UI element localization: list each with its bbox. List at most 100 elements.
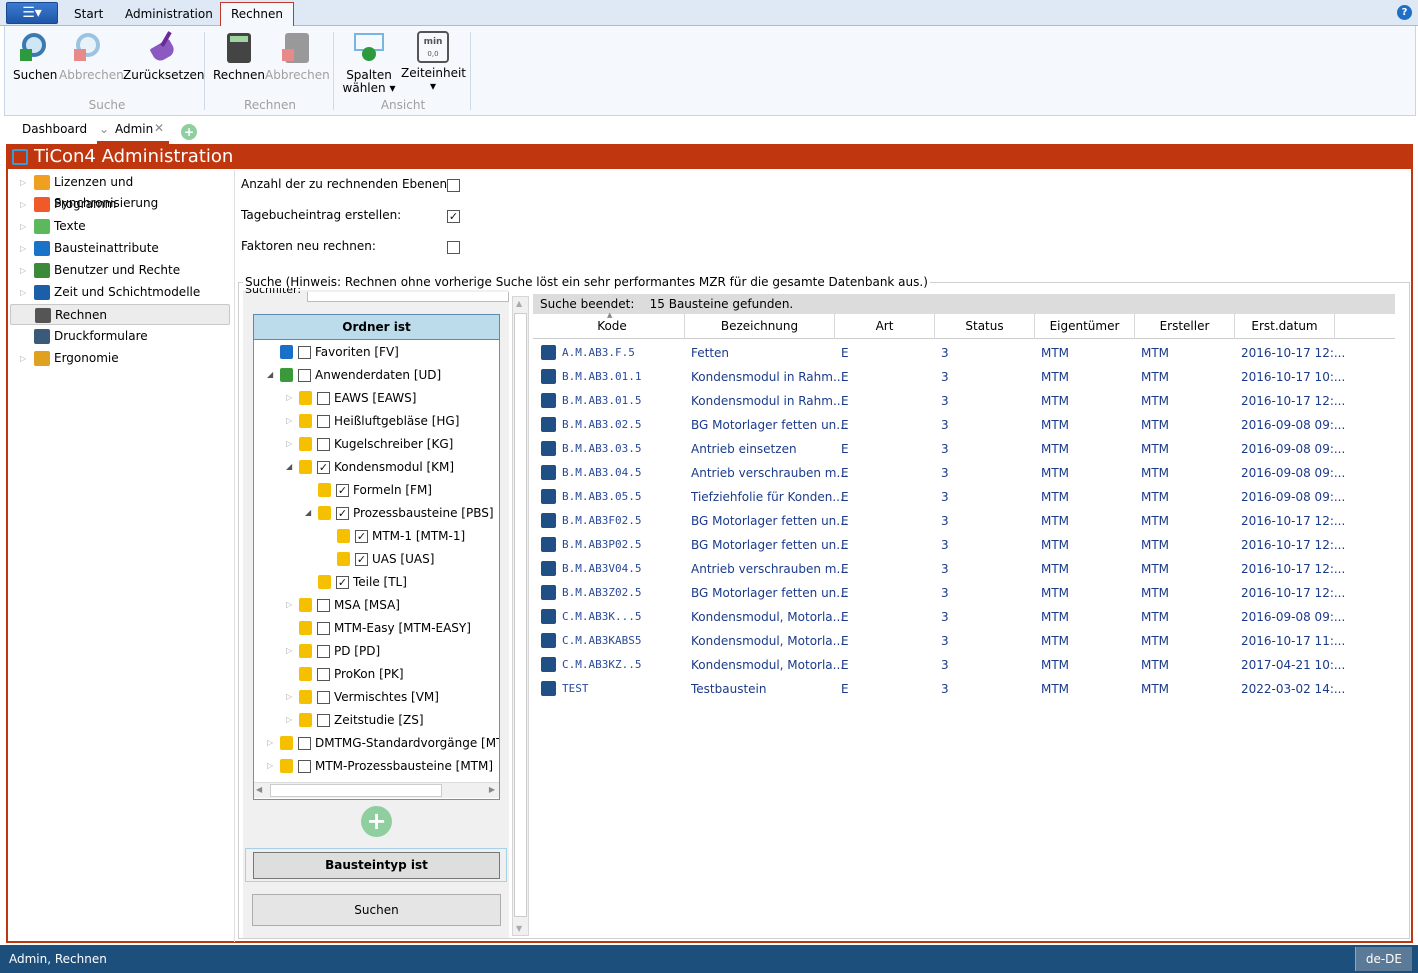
expand-arrow-icon[interactable]: ▷ [286,710,292,730]
ribbon-tab-rechnen[interactable]: Rechnen [220,2,294,26]
expand-arrow-icon[interactable]: ▷ [286,641,292,661]
tree-item[interactable]: ▷ DMTMG-Standardvorgänge [MTM- [254,733,499,753]
tree-horizontal-scrollbar[interactable]: ◀ ▶ [254,782,499,798]
table-row[interactable]: B.M.AB3.01.5 Kondensmodul in Rahm... E 3 MTM… [533,389,1395,413]
expand-arrow-icon[interactable]: ▷ [286,411,292,431]
expand-arrow-icon[interactable]: ▷ [20,172,26,193]
nav-item-rechnen[interactable]: Rechnen [10,304,230,325]
search-button-filter[interactable]: Suchen [252,894,501,926]
nav-item-bausteinattribute[interactable]: ▷ Bausteinattribute [10,238,230,259]
table-row[interactable]: B.M.AB3.02.5 BG Motorlager fetten un... E 3… [533,413,1395,437]
collapse-arrow-icon[interactable]: ◢ [286,457,292,477]
table-row[interactable]: C.M.AB3K...5 Kondensmodul, Motorla... E 3 MT… [533,605,1395,629]
tree-checkbox[interactable] [317,599,330,612]
tree-checkbox[interactable]: ✓ [317,461,330,474]
table-row[interactable]: C.M.AB3KZ..5 Kondensmodul, Motorla... E 3 MT… [533,653,1395,677]
expand-arrow-icon[interactable]: ▷ [286,434,292,454]
reset-button[interactable]: Zurücksetzen [123,31,205,82]
collapse-arrow-icon[interactable]: ◢ [267,365,273,385]
expand-arrow-icon[interactable]: ▷ [20,348,26,369]
tree-item[interactable]: Favoriten [FV] [254,342,499,362]
nav-item-zeit-und-schichtmodelle[interactable]: ▷ Zeit und Schichtmodelle [10,282,230,303]
search-button[interactable]: Suchen [13,31,57,82]
nav-item-programm[interactable]: ▷ Programm [10,194,230,215]
collapse-arrow-icon[interactable]: ◢ [305,503,311,523]
tree-item[interactable]: ▷ Kugelschreiber [KG] [254,434,499,454]
tree-item[interactable]: MTM-Easy [MTM-EASY] [254,618,499,638]
column-header-status[interactable]: Status [935,314,1035,339]
doc-tab-admin[interactable]: ⌄ Admin ✕ [97,118,169,144]
time-unit-button[interactable]: min 0,0 Zeiteinheit ▾ [401,31,466,93]
table-row[interactable]: B.M.AB3.03.5 Antrieb einsetzen E 3 MTM MTM 201… [533,437,1395,461]
tree-checkbox[interactable] [317,714,330,727]
folder-filter-header[interactable]: Ordner ist [253,314,500,340]
tree-item[interactable]: ▷ PD [PD] [254,641,499,661]
language-indicator[interactable]: de-DE [1354,947,1412,971]
option-checkbox-levels[interactable] [447,179,460,192]
tree-checkbox[interactable]: ✓ [355,553,368,566]
tree-checkbox[interactable] [317,438,330,451]
tree-item[interactable]: ◢ ✓ Prozessbausteine [PBS] [254,503,499,523]
expand-arrow-icon[interactable]: ▷ [267,756,273,776]
column-header-ersteller[interactable]: Ersteller [1135,314,1235,339]
nav-item-ergonomie[interactable]: ▷ Ergonomie [10,348,230,369]
tree-checkbox[interactable] [298,346,311,359]
tree-item[interactable]: ▷ Zeitstudie [ZS] [254,710,499,730]
table-row[interactable]: B.M.AB3P02.5 BG Motorlager fetten un... E 3… [533,533,1395,557]
expand-arrow-icon[interactable]: ▷ [20,260,26,281]
tree-item[interactable]: ✓ Teile [TL] [254,572,499,592]
table-row[interactable]: TEST Testbaustein E 3 MTM MTM 2022-03-02 14:..… [533,677,1395,701]
tree-item[interactable]: ProKon [PK] [254,664,499,684]
tree-checkbox[interactable] [317,691,330,704]
choose-columns-button[interactable]: Spalten wählen ▾ [341,31,397,95]
tree-item[interactable]: ✓ UAS [UAS] [254,549,499,569]
column-header-eigent-mer[interactable]: Eigentümer [1035,314,1135,339]
abort-search-button[interactable]: Abbrechen [59,31,124,82]
ribbon-tab-administration[interactable]: Administration [115,3,223,26]
suchfilter-input[interactable] [307,292,509,302]
tree-checkbox[interactable]: ✓ [355,530,368,543]
tree-checkbox[interactable]: ✓ [336,507,349,520]
abort-calculate-button[interactable]: Abbrechen [265,31,330,82]
add-filter-icon[interactable]: + [361,806,392,837]
tree-item[interactable]: ▷ MTM-Prozessbausteine [MTM] [254,756,499,776]
calculate-button[interactable]: Rechnen [213,31,265,82]
scroll-thumb[interactable] [514,313,527,917]
scroll-thumb[interactable] [270,784,442,797]
table-row[interactable]: B.M.AB3.05.5 Tiefziehfolie für Konden... E… [533,485,1395,509]
expand-arrow-icon[interactable]: ▷ [267,733,273,753]
nav-item-druckformulare[interactable]: Druckformulare [10,326,230,347]
tree-item[interactable]: ▷ EAWS [EAWS] [254,388,499,408]
option-checkbox-factors[interactable] [447,241,460,254]
expand-arrow-icon[interactable]: ▷ [20,216,26,237]
table-row[interactable]: B.M.AB3.04.5 Antrieb verschrauben m... E 3 M… [533,461,1395,485]
table-row[interactable]: C.M.AB3KABS5 Kondensmodul, Motorla... E 3 MT… [533,629,1395,653]
expand-arrow-icon[interactable]: ▷ [286,687,292,707]
tree-checkbox[interactable] [298,737,311,750]
close-icon[interactable]: ✕ [154,121,164,135]
tree-checkbox[interactable] [317,668,330,681]
tree-item[interactable]: ✓ Formeln [FM] [254,480,499,500]
option-checkbox-journal[interactable]: ✓ [447,210,460,223]
expand-arrow-icon[interactable]: ▷ [20,194,26,215]
expand-arrow-icon[interactable]: ▷ [20,238,26,259]
tree-checkbox[interactable] [298,369,311,382]
expand-arrow-icon[interactable]: ▷ [20,282,26,303]
tree-checkbox[interactable] [317,392,330,405]
table-row[interactable]: B.M.AB3Z02.5 BG Motorlager fetten un... E 3… [533,581,1395,605]
add-tab-icon[interactable]: + [181,124,197,140]
column-header-erst-datum[interactable]: Erst.datum [1235,314,1335,339]
app-menu-button[interactable]: ☰▾ [6,2,58,24]
table-row[interactable]: B.M.AB3V04.5 Antrieb verschrauben m... E 3 M… [533,557,1395,581]
nav-item-lizenzen-und-synchronisierung[interactable]: ▷ Lizenzen und Synchronisierung [10,172,230,210]
nav-item-texte[interactable]: ▷ Texte [10,216,230,237]
tree-checkbox[interactable]: ✓ [336,484,349,497]
tree-item[interactable]: ▷ MSA [MSA] [254,595,499,615]
column-header-art[interactable]: Art [835,314,935,339]
nav-item-benutzer-und-rechte[interactable]: ▷ Benutzer und Rechte [10,260,230,281]
tree-checkbox[interactable]: ✓ [336,576,349,589]
type-filter-header[interactable]: Bausteintyp ist [253,852,500,879]
tree-item[interactable]: ◢ ✓ Kondensmodul [KM] [254,457,499,477]
help-icon[interactable]: ? [1397,5,1412,20]
doc-tab-dashboard[interactable]: Dashboard [22,122,87,136]
